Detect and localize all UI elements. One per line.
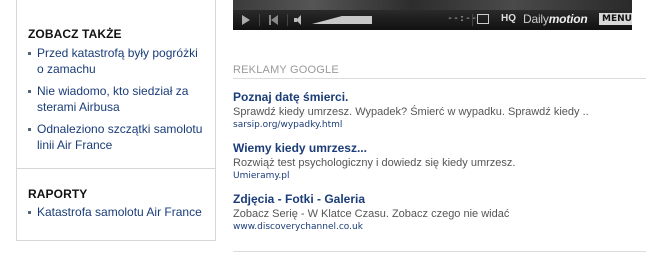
fullscreen-icon[interactable] (477, 14, 489, 24)
list-item: Odnaleziono szczątki samolotu linii Air … (28, 121, 205, 153)
list-item: Przed katastrofą były pogróżki o zamachu (28, 45, 205, 77)
see-also-link[interactable]: Odnaleziono szczątki samolotu linii Air … (37, 122, 202, 152)
video-preview[interactable] (233, 0, 632, 10)
divider (233, 251, 646, 252)
sidebar: ZOBACZ TAKŻE Przed katastrofą były pogró… (16, 0, 216, 241)
volume-slider[interactable] (312, 16, 372, 24)
ad-description: Zobacz Serię - W Klatce Czasu. Zobacz cz… (233, 208, 510, 220)
ad-item: Zdjęcia - Fotki - Galeria Zobacz Serię -… (233, 192, 646, 233)
see-also-title: ZOBACZ TAKŻE (28, 27, 122, 41)
reports-title: RAPORTY (28, 187, 88, 201)
hq-button[interactable]: HQ (501, 13, 516, 24)
ads-header: REKLAMY GOOGLE (233, 64, 646, 79)
divider (259, 14, 260, 26)
brand-italic: motion (548, 12, 588, 26)
list-item: Nie wiadomo, kto siedział za sterami Air… (28, 83, 205, 115)
ad-title-link[interactable]: Zdjęcia - Fotki - Galeria (233, 192, 646, 207)
volume-icon[interactable] (294, 15, 308, 25)
reports-list: Katastrofa samolotu Air France (28, 204, 205, 220)
prev-icon[interactable] (269, 15, 279, 25)
google-ads: REKLAMY GOOGLE Poznaj datę śmierci. Spra… (233, 64, 646, 243)
menu-button[interactable]: MENU (599, 13, 632, 25)
brand-plain: Daily (523, 12, 549, 26)
ad-url[interactable]: Umieramy.pl (233, 170, 646, 182)
see-also-box: ZOBACZ TAKŻE Przed katastrofą były pogró… (17, 0, 215, 169)
see-also-link[interactable]: Nie wiadomo, kto siedział za sterami Air… (37, 84, 188, 114)
report-link[interactable]: Katastrofa samolotu Air France (37, 205, 202, 219)
see-also-link[interactable]: Przed katastrofą były pogróżki o zamachu (37, 46, 198, 76)
see-also-list: Przed katastrofą były pogróżki o zamachu… (28, 45, 205, 153)
divider (287, 14, 288, 26)
player-controls: --:-- HQ Dailymotion MENU (233, 10, 632, 30)
ad-title-link[interactable]: Poznaj datę śmierci. (233, 90, 646, 105)
ad-item: Wiemy kiedy umrzesz... Rozwiąż test psyc… (233, 141, 646, 182)
reports-box: RAPORTY Katastrofa samolotu Air France (17, 169, 215, 241)
dailymotion-logo[interactable]: Dailymotion (523, 12, 588, 26)
list-item: Katastrofa samolotu Air France (28, 204, 205, 220)
video-player[interactable]: --:-- HQ Dailymotion MENU (233, 0, 632, 30)
ad-description: Rozwiąż test psychologiczny i dowiedz si… (233, 157, 516, 169)
divider (472, 14, 473, 26)
ad-description: Sprawdź kiedy umrzesz. Wypadek? Śmierć w… (233, 106, 589, 118)
ad-item: Poznaj datę śmierci. Sprawdź kiedy umrze… (233, 90, 646, 131)
ad-url[interactable]: sarsip.org/wypadky.html (233, 119, 646, 131)
play-icon[interactable] (242, 15, 250, 25)
ad-url[interactable]: www.discoverychannel.co.uk (233, 221, 646, 233)
ad-title-link[interactable]: Wiemy kiedy umrzesz... (233, 141, 646, 156)
